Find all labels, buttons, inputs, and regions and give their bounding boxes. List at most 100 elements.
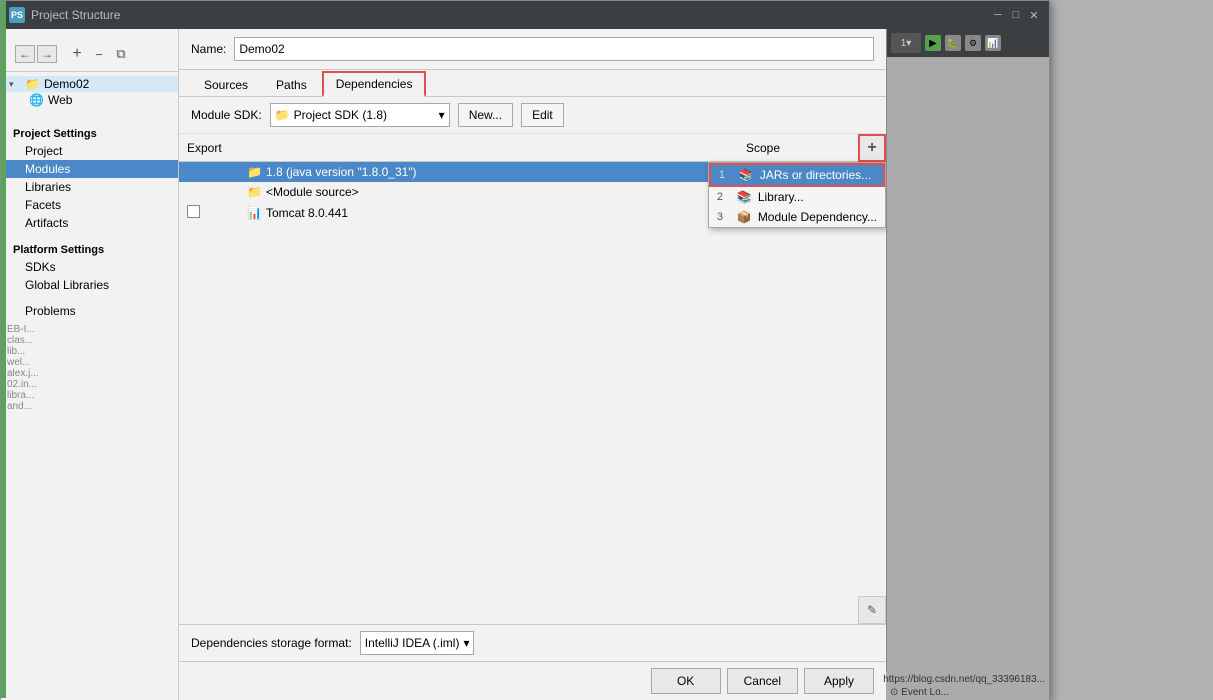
title-bar-buttons: ─ □ ✕ [991,8,1041,22]
export-cell [179,205,239,221]
sdk-bar: Module SDK: 📁 Project SDK (1.8) ▾ New...… [179,97,886,134]
jars-icon: 📚 [739,168,754,182]
project-settings-header: Project Settings [1,124,178,142]
sidebar-item-artifacts[interactable]: Artifacts [1,214,178,232]
remove-module-button[interactable]: − [89,44,109,64]
storage-format-value: IntelliJ IDEA (.iml) [365,636,460,650]
cancel-button[interactable]: Cancel [727,668,798,694]
sidebar-item-modules[interactable]: Modules [1,160,178,178]
name-cell: 📊 Tomcat 8.0.441 [239,206,766,220]
title-bar-text: Project Structure [31,8,985,22]
sidebar-item-label: Global Libraries [25,278,109,292]
scope-col-header: Scope [738,141,858,155]
maximize-button[interactable]: □ [1009,8,1023,22]
add-dropdown-menu: 1 📚 JARs or directories... 2 📚 Library..… [708,162,886,228]
title-bar: PS Project Structure ─ □ ✕ [1,1,1049,29]
forward-button[interactable]: → [37,45,57,63]
export-col-header: Export [179,141,239,155]
ok-button[interactable]: OK [651,668,721,694]
sidebar-item-label: SDKs [25,260,56,274]
back-button[interactable]: ← [15,45,35,63]
apply-button[interactable]: Apply [804,668,874,694]
action-buttons-bar: OK Cancel Apply [179,661,886,700]
dropdown-item-label: Module Dependency... [758,210,877,224]
content-area: Name: Sources Paths Dependencies Module … [179,29,886,700]
sdk-folder-icon: 📁 [275,108,290,122]
tabs-bar: Sources Paths Dependencies [179,70,886,97]
sdk-new-button[interactable]: New... [458,103,513,127]
table-header: Export Scope + [179,134,886,162]
edit-pencil-button[interactable]: ✎ [858,596,886,624]
menu-num-1: 1 [719,169,733,181]
sidebar-item-label: Artifacts [25,216,68,230]
sdk-chevron-icon: ▾ [439,108,445,122]
sidebar-item-sdks[interactable]: SDKs [1,258,178,276]
module-name-input[interactable] [234,37,874,61]
sdk-edit-button[interactable]: Edit [521,103,564,127]
app-icon: PS [9,7,25,23]
sdk-dropdown[interactable]: 📁 Project SDK (1.8) ▾ [270,103,450,127]
sidebar-item-label: Modules [25,162,70,176]
sdk-row-label: 1.8 (java version "1.8.0_31") [266,165,417,179]
storage-format-bar: Dependencies storage format: IntelliJ ID… [179,624,886,661]
nav-buttons: ← → [7,41,65,67]
right-panel: 1▾ ▶ 🐛 ⚙ 📊 https://blog.csdn.net/qq_3339… [886,29,1049,700]
sidebar-item-label: Problems [25,304,76,318]
sidebar-item-libraries[interactable]: Libraries [1,178,178,196]
module-dep-icon: 📦 [737,210,752,224]
close-button[interactable]: ✕ [1027,8,1041,22]
dropdown-item-module-dep[interactable]: 3 📦 Module Dependency... [709,207,885,227]
storage-format-dropdown[interactable]: IntelliJ IDEA (.iml) ▾ [360,631,475,655]
url-status-bar: https://blog.csdn.net/qq_33396183... ⊙ E… [886,672,1049,700]
name-cell: 📁 <Module source> [239,185,766,199]
tree-arrow-icon: ▾ [9,79,21,90]
menu-num-2: 2 [717,191,731,203]
dropdown-item-library[interactable]: 2 📚 Library... [709,187,885,207]
sdk-label: Module SDK: [191,108,262,122]
minimize-button[interactable]: ─ [991,8,1005,22]
web-icon: 🌐 [29,93,44,107]
tree-item-demo02[interactable]: ▾ 📁 Demo02 [1,76,178,92]
sidebar-item-label: Libraries [25,180,71,194]
storage-chevron-icon: ▾ [463,636,469,650]
module-source-label: <Module source> [266,185,359,199]
platform-settings-header: Platform Settings [1,240,178,258]
sdk-value: Project SDK (1.8) [294,108,387,122]
sidebar-item-global-libraries[interactable]: Global Libraries [1,276,178,294]
name-bar: Name: [179,29,886,70]
dropdown-item-label: Library... [758,190,804,204]
green-accent-bar [1,1,6,698]
tab-dependencies[interactable]: Dependencies [322,71,427,97]
dependencies-table-container: Export Scope + 📁 1.8 (java version "1.8.… [179,134,886,624]
dropdown-item-jars[interactable]: 1 📚 JARs or directories... [709,163,885,187]
tree-item-web[interactable]: 🌐 Web [1,92,178,108]
copy-module-button[interactable]: ⧉ [111,44,131,64]
dropdown-item-label: JARs or directories... [760,168,871,182]
event-log-label: ⊙ Event Lo... [890,687,949,698]
add-module-button[interactable]: + [67,44,87,64]
sidebar-item-label: Project [25,144,62,158]
sidebar: ← → + − ⧉ ▾ 📁 Demo02 🌐 Web [1,29,179,700]
sidebar-item-project[interactable]: Project [1,142,178,160]
add-dependency-button[interactable]: + [858,134,886,162]
tree-item-label: Demo02 [44,77,89,91]
name-cell: 📁 1.8 (java version "1.8.0_31") [239,165,766,179]
sdk-row-icon: 📁 [247,165,262,179]
url-text: https://blog.csdn.net/qq_33396183... [883,674,1045,685]
tab-paths[interactable]: Paths [263,73,320,97]
tab-sources[interactable]: Sources [191,73,261,97]
export-checkbox[interactable] [187,205,200,218]
storage-format-label: Dependencies storage format: [191,636,352,650]
sidebar-toolbar: ← → + − ⧉ [1,37,178,72]
module-source-icon: 📁 [247,185,262,199]
library-icon: 📚 [737,190,752,204]
tomcat-label: Tomcat 8.0.441 [266,206,348,220]
tree-item-web-label: Web [48,93,72,107]
name-label: Name: [191,42,226,56]
sidebar-item-facets[interactable]: Facets [1,196,178,214]
module-tree: ▾ 📁 Demo02 🌐 Web [1,72,178,112]
menu-num-3: 3 [717,211,731,223]
sidebar-item-problems[interactable]: Problems [1,302,178,320]
tomcat-icon: 📊 [247,206,262,220]
folder-icon: 📁 [25,77,40,91]
